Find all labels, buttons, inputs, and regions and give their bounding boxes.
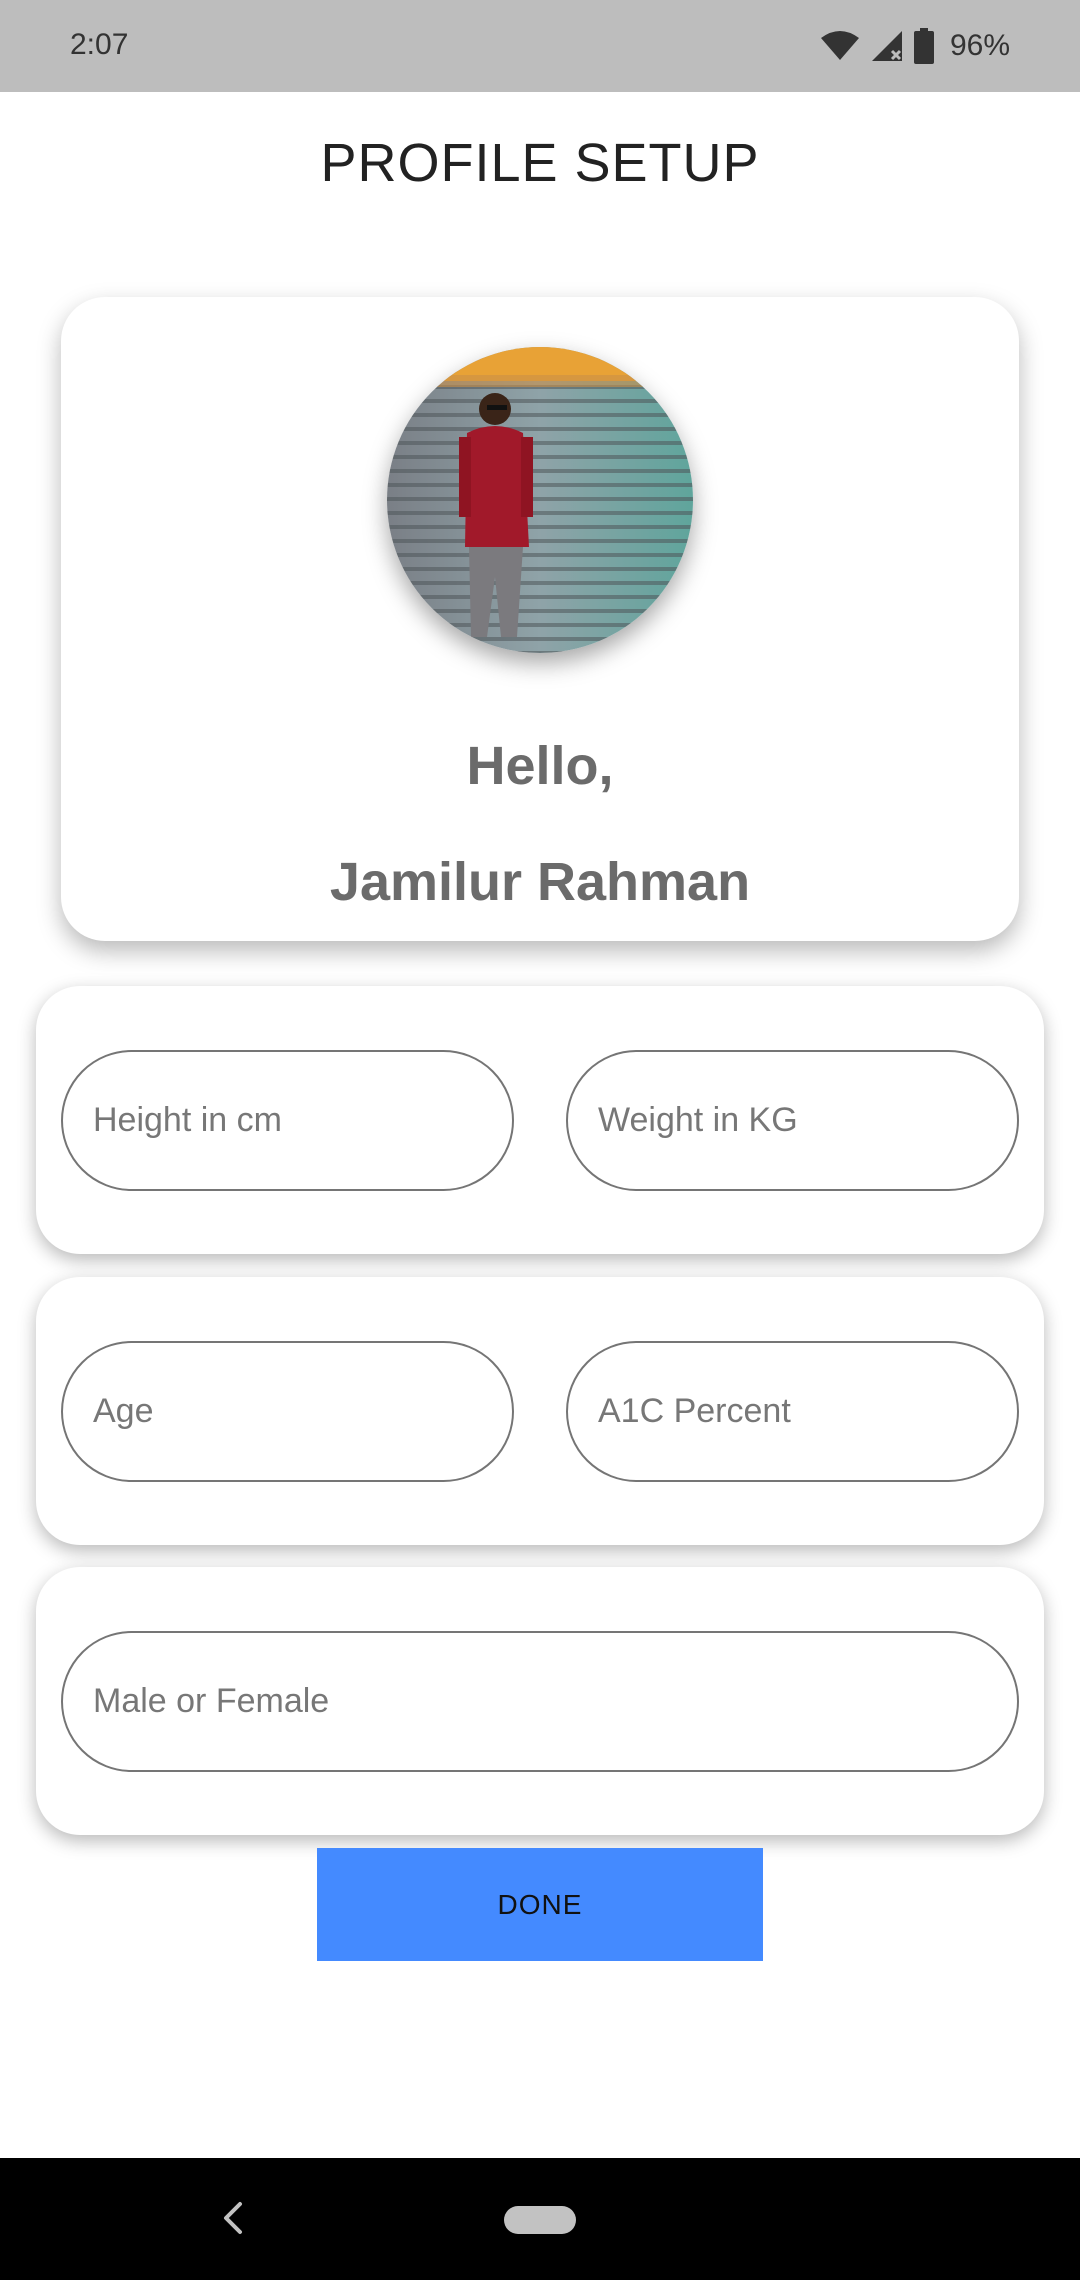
- status-icons: 96%: [820, 24, 1010, 68]
- navigation-bar: [0, 2158, 1080, 2280]
- gender-card: [36, 1567, 1044, 1835]
- health-metrics-card: [36, 1277, 1044, 1545]
- status-time: 2:07: [70, 28, 129, 61]
- profile-setup-screen: 2:07 96% PROFILE SETUP Hello, Jamilur Ra…: [0, 0, 1080, 2280]
- back-icon[interactable]: [218, 2198, 248, 2238]
- done-button[interactable]: DONE: [317, 1848, 763, 1961]
- signal-icon: [870, 29, 904, 63]
- greeting-text: Hello,: [466, 736, 614, 796]
- home-pill-icon[interactable]: [504, 2206, 576, 2234]
- body-metrics-card: [36, 986, 1044, 1254]
- user-name: Jamilur Rahman: [329, 852, 751, 912]
- height-input[interactable]: [61, 1050, 514, 1191]
- battery-icon: [913, 28, 934, 64]
- wifi-icon: [820, 30, 860, 62]
- profile-card: Hello, Jamilur Rahman: [61, 297, 1019, 941]
- gender-input[interactable]: [61, 1631, 1019, 1772]
- weight-input[interactable]: [566, 1050, 1019, 1191]
- a1c-input[interactable]: [566, 1341, 1019, 1482]
- battery-percent: 96%: [949, 29, 1010, 62]
- avatar[interactable]: [387, 347, 693, 653]
- status-bar: 2:07 96%: [0, 0, 1080, 92]
- page-title: PROFILE SETUP: [320, 133, 760, 193]
- age-input[interactable]: [61, 1341, 514, 1482]
